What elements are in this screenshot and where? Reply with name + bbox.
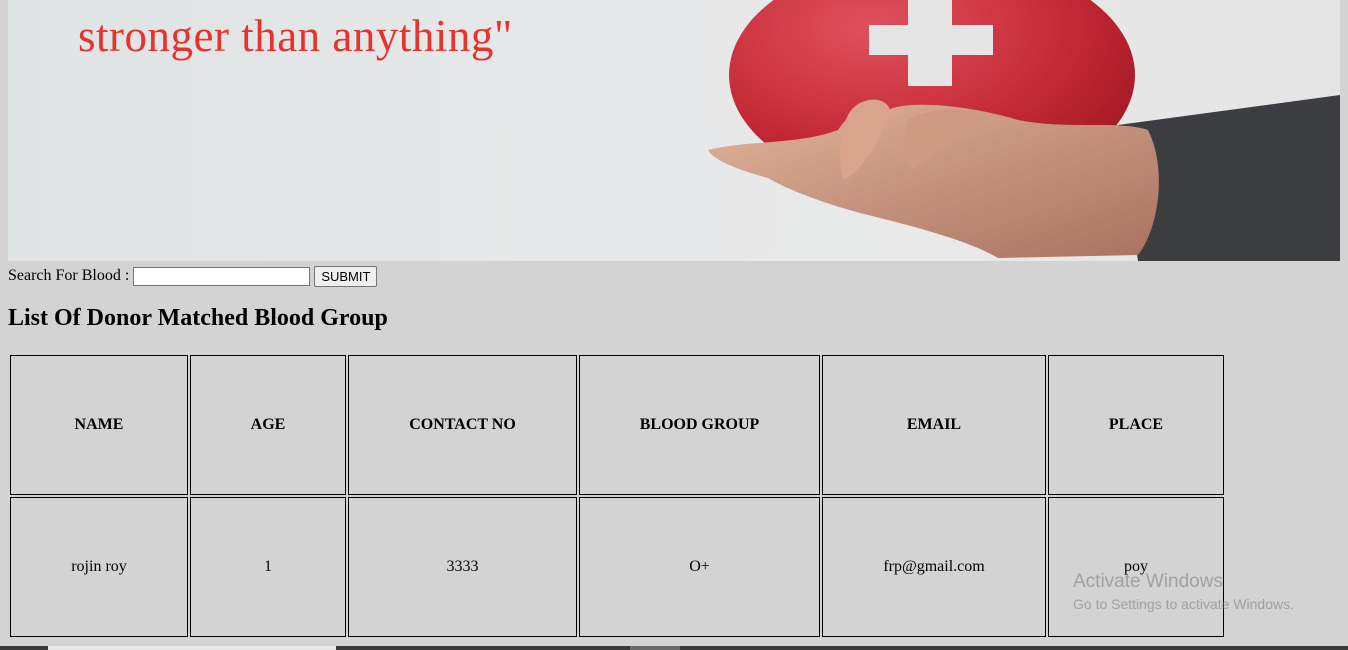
- search-label: Search For Blood :: [8, 267, 130, 284]
- search-input[interactable]: [133, 266, 311, 286]
- taskbar-item[interactable]: [48, 646, 336, 650]
- taskbar-item[interactable]: [630, 646, 680, 650]
- cell-name: rojin roy: [10, 497, 188, 637]
- page-title: List Of Donor Matched Blood Group: [8, 305, 388, 331]
- column-header-place: PLACE: [1048, 355, 1224, 495]
- banner-slogan: stronger than anything": [78, 11, 513, 61]
- column-header-age: AGE: [190, 355, 346, 495]
- column-header-contact: CONTACT NO: [348, 355, 577, 495]
- table-row: rojin roy 1 3333 O+ frp@gmail.com poy: [10, 497, 1224, 637]
- watermark-subtitle: Go to Settings to activate Windows.: [1073, 596, 1294, 612]
- cell-age: 1: [190, 497, 346, 637]
- taskbar: [0, 646, 1348, 650]
- cell-place: poy: [1048, 497, 1224, 637]
- cell-contact: 3333: [348, 497, 577, 637]
- banner-image: stronger than anything": [8, 0, 1340, 261]
- watermark-title: Activate Windows: [1073, 571, 1223, 592]
- column-header-email: EMAIL: [822, 355, 1046, 495]
- column-header-name: NAME: [10, 355, 188, 495]
- search-form: Search For Blood : SUBMIT: [8, 265, 378, 287]
- submit-button[interactable]: SUBMIT: [314, 265, 378, 287]
- table-header-row: NAME AGE CONTACT NO BLOOD GROUP EMAIL PL…: [10, 355, 1224, 495]
- activate-windows-watermark: Activate Windows Go to Settings to activ…: [1073, 571, 1294, 614]
- donor-table: NAME AGE CONTACT NO BLOOD GROUP EMAIL PL…: [8, 353, 1226, 639]
- cell-email: frp@gmail.com: [822, 497, 1046, 637]
- page: stronger than anything" Search For Blood…: [0, 0, 1348, 650]
- cell-blood-group: O+: [579, 497, 820, 637]
- column-header-blood-group: BLOOD GROUP: [579, 355, 820, 495]
